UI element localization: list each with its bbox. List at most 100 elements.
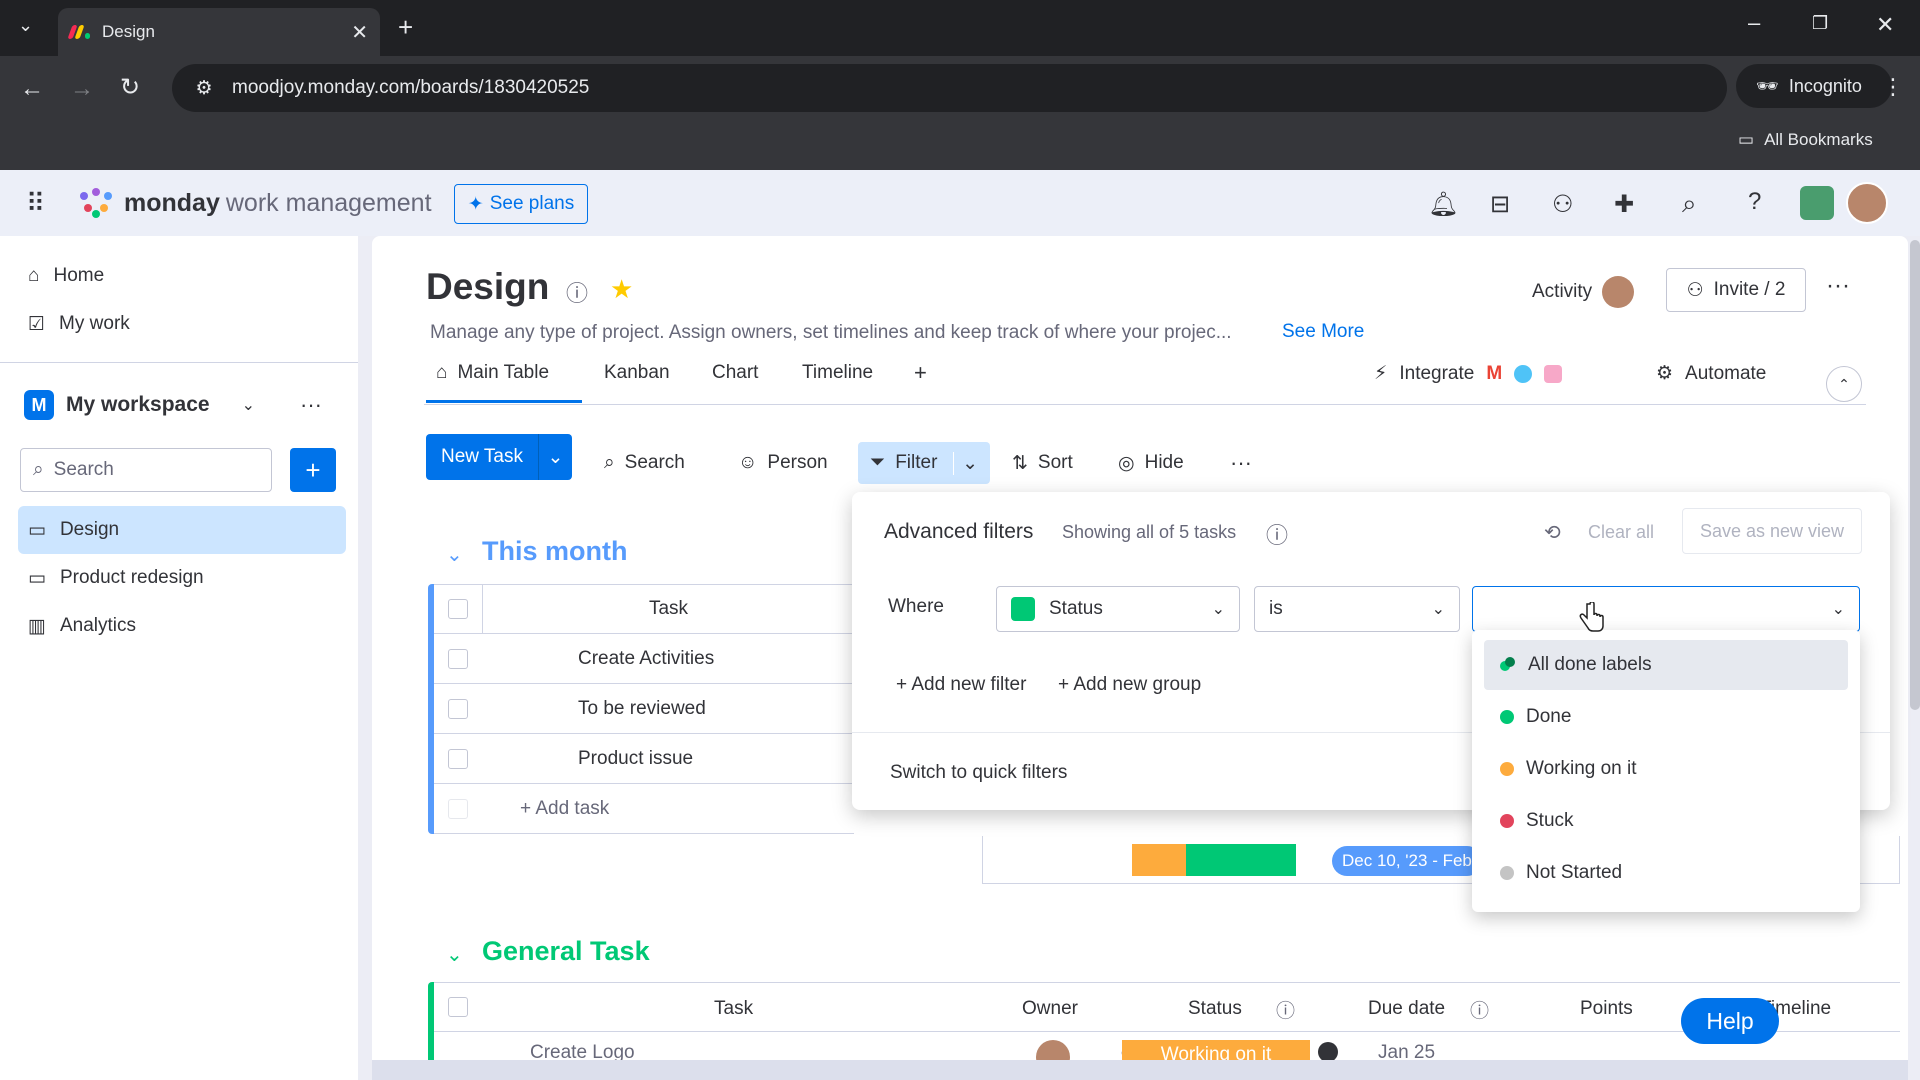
task-name[interactable]: Create Logo: [530, 1042, 635, 1060]
filter-value-select[interactable]: ⌄: [1472, 586, 1860, 632]
close-tab-icon[interactable]: ✕: [351, 20, 368, 45]
timeline-summary[interactable]: Dec 10, '23 - Feb: [1332, 846, 1482, 876]
group-collapse-chevron-icon[interactable]: ⌄: [446, 542, 463, 567]
add-board-button[interactable]: +: [290, 448, 336, 492]
due-date-cell[interactable]: Jan 25: [1378, 1042, 1435, 1060]
info-icon[interactable]: ⓘ: [1470, 996, 1489, 1023]
notifications-bell-icon[interactable]: 🔔︎: [1428, 190, 1458, 219]
sidebar-item-design[interactable]: ▭ Design: [18, 506, 346, 554]
task-name[interactable]: Create Activities: [482, 648, 714, 670]
clear-all-button[interactable]: Clear all: [1588, 522, 1654, 543]
filter-history-icon[interactable]: ⟲: [1544, 520, 1561, 545]
site-info-icon[interactable]: ⚙: [184, 77, 224, 100]
back-icon[interactable]: ←: [20, 77, 44, 101]
select-all-checkbox[interactable]: [434, 599, 482, 619]
toolbar-sort-button[interactable]: ⇅ Sort: [1012, 442, 1073, 484]
address-bar[interactable]: ⚙ moodjoy.monday.com/boards/1830420525: [172, 64, 1727, 112]
sidebar-item-product-redesign[interactable]: ▭ Product redesign: [18, 554, 346, 602]
sidebar-item-analytics[interactable]: ▥ Analytics: [18, 602, 346, 650]
info-icon[interactable]: ⓘ: [1276, 996, 1295, 1023]
task-name[interactable]: Product issue: [482, 748, 693, 770]
toolbar-person-button[interactable]: ☺ Person: [738, 442, 828, 484]
browser-menu-icon[interactable]: ⋮: [1882, 76, 1904, 98]
reload-icon[interactable]: ↻: [120, 76, 140, 100]
add-new-filter-button[interactable]: + Add new filter: [896, 674, 1026, 696]
toolbar-filter-button[interactable]: ⏷ Filter ⌄: [858, 442, 990, 484]
select-all-checkbox[interactable]: [448, 997, 468, 1017]
dropdown-option-working-on-it[interactable]: Working on it: [1484, 744, 1848, 794]
table-row[interactable]: Create Activities: [434, 634, 854, 684]
see-more-link[interactable]: See More: [1282, 321, 1364, 343]
table-row[interactable]: Product issue: [434, 734, 854, 784]
board-title[interactable]: Design: [426, 266, 549, 308]
workspace-switcher-icon[interactable]: [1800, 186, 1834, 220]
status-cell[interactable]: Working on it: [1122, 1040, 1310, 1060]
workspace-selector[interactable]: M My workspace ⌄: [24, 390, 255, 420]
integrate-button[interactable]: ⚡︎ Integrate M: [1374, 362, 1563, 385]
help-question-icon[interactable]: ?: [1748, 188, 1761, 216]
status-column-header[interactable]: Status: [1188, 998, 1242, 1020]
toolbar-more-icon[interactable]: ···: [1230, 442, 1252, 484]
apps-grid-icon[interactable]: ⠿: [26, 190, 45, 216]
chevron-down-icon[interactable]: ⌄: [953, 451, 978, 475]
info-icon[interactable]: ⓘ: [566, 276, 588, 308]
user-avatar[interactable]: [1846, 182, 1888, 224]
add-task-row[interactable]: + Add task: [434, 784, 854, 834]
row-checkbox[interactable]: [434, 698, 482, 719]
vertical-scrollbar[interactable]: [1910, 240, 1920, 710]
table-row[interactable]: To be reviewed: [434, 684, 854, 734]
table-row[interactable]: Create Logo ⊕ Working on it Jan 25: [434, 1032, 1900, 1060]
owner-avatar[interactable]: [1036, 1040, 1070, 1060]
add-new-group-button[interactable]: + Add new group: [1058, 674, 1201, 696]
add-view-button[interactable]: +: [914, 360, 927, 386]
group-collapse-chevron-icon[interactable]: ⌄: [446, 942, 463, 967]
automate-button[interactable]: ⚙ Automate: [1656, 362, 1766, 385]
all-bookmarks[interactable]: ▭ All Bookmarks: [1738, 130, 1873, 150]
see-plans-button[interactable]: ✦ See plans: [454, 184, 588, 224]
due-date-column-header[interactable]: Due date: [1368, 998, 1445, 1020]
board-more-icon[interactable]: ···: [1826, 272, 1850, 300]
tab-search-icon[interactable]: ⌄: [18, 16, 33, 34]
tab-timeline[interactable]: Timeline: [802, 362, 873, 384]
task-column-header[interactable]: Task: [482, 584, 854, 634]
sidebar-search-input[interactable]: ⌕ Search: [20, 448, 272, 492]
horizontal-scrollbar[interactable]: [372, 1060, 1908, 1080]
help-question-icon[interactable]: ⓘ: [1266, 518, 1288, 550]
close-window-icon[interactable]: ✕: [1876, 14, 1894, 36]
invite-button[interactable]: ⚇ Invite / 2: [1666, 268, 1806, 312]
tab-chart[interactable]: Chart: [712, 362, 758, 384]
incognito-badge[interactable]: 🕶 Incognito: [1736, 64, 1892, 108]
workspace-more-icon[interactable]: ···: [300, 392, 322, 418]
new-tab-button[interactable]: +: [398, 14, 413, 40]
new-task-button[interactable]: New Task ⌄: [426, 434, 572, 480]
chevron-down-icon[interactable]: ⌄: [538, 434, 572, 480]
favorite-star-icon[interactable]: ★: [610, 274, 633, 305]
task-column-header[interactable]: Task: [714, 998, 753, 1020]
sidebar-item-my-work[interactable]: ☑ My work: [18, 300, 346, 348]
tab-kanban[interactable]: Kanban: [604, 362, 670, 384]
toolbar-hide-button[interactable]: ◎ Hide: [1118, 442, 1184, 484]
add-task-label[interactable]: + Add task: [482, 798, 609, 820]
dropdown-option-all-done[interactable]: All done labels: [1484, 640, 1848, 690]
status-summary-bar[interactable]: [1132, 844, 1296, 876]
activity-button[interactable]: Activity: [1532, 276, 1635, 308]
forward-icon[interactable]: →: [70, 77, 94, 101]
group-title-this-month[interactable]: This month: [482, 536, 627, 567]
browser-tab[interactable]: Design ✕: [58, 8, 380, 56]
points-column-header[interactable]: Points: [1580, 998, 1633, 1020]
group-title-general-task[interactable]: General Task: [482, 936, 650, 967]
invite-members-icon[interactable]: ⚇: [1552, 190, 1574, 219]
restore-icon[interactable]: ❐: [1812, 14, 1828, 32]
monday-logo[interactable]: monday work management: [78, 188, 432, 218]
dropdown-option-not-started[interactable]: Not Started: [1484, 848, 1848, 898]
sidebar-item-home[interactable]: ⌂ Home: [18, 252, 346, 300]
switch-to-quick-filters-link[interactable]: Switch to quick filters: [890, 762, 1067, 784]
row-checkbox[interactable]: [434, 648, 482, 669]
minimize-icon[interactable]: –: [1748, 12, 1760, 34]
save-as-new-view-button[interactable]: Save as new view: [1682, 508, 1862, 554]
toolbar-search-button[interactable]: ⌕ Search: [604, 442, 685, 484]
filter-column-select[interactable]: Status ⌄: [996, 586, 1240, 632]
tab-main-table[interactable]: ⌂ Main Table: [436, 362, 549, 384]
owner-column-header[interactable]: Owner: [1022, 998, 1078, 1020]
help-button[interactable]: Help: [1681, 998, 1779, 1044]
